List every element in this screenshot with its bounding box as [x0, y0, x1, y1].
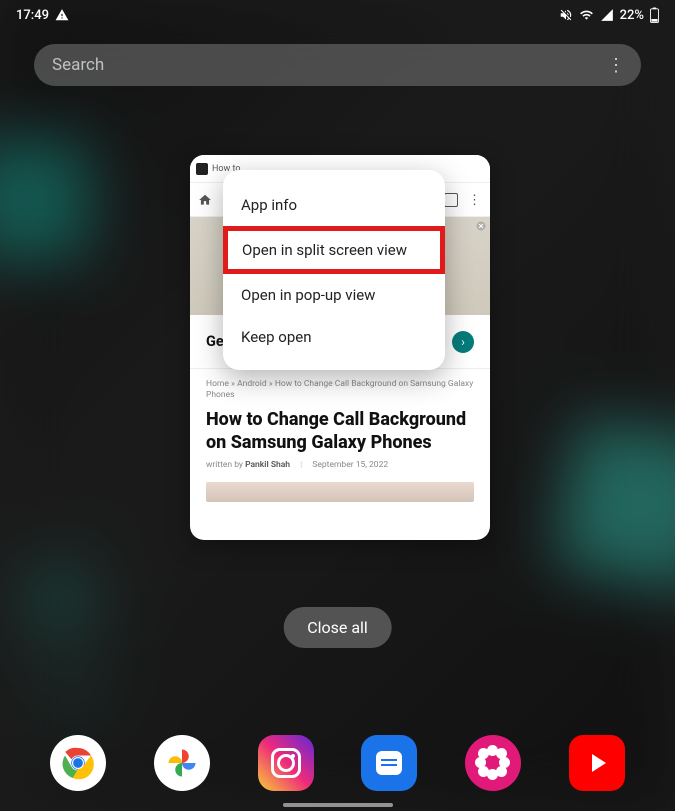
- warning-icon: [55, 8, 69, 22]
- photos-icon[interactable]: [154, 735, 210, 791]
- favicon: [196, 163, 208, 175]
- instagram-icon[interactable]: [258, 735, 314, 791]
- youtube-icon[interactable]: [569, 735, 625, 791]
- battery-icon: [650, 7, 659, 23]
- menu-keep-open[interactable]: Keep open: [223, 316, 445, 358]
- ad-close-icon[interactable]: [476, 221, 486, 231]
- gallery-icon[interactable]: [465, 735, 521, 791]
- signal-icon: [600, 8, 614, 22]
- app-context-menu: App info Open in split screen view Open …: [223, 170, 445, 370]
- battery-percent: 22%: [620, 8, 644, 23]
- gesture-handle[interactable]: [283, 803, 393, 807]
- wifi-icon: [579, 8, 594, 22]
- menu-app-info[interactable]: App info: [223, 184, 445, 226]
- close-all-button[interactable]: Close all: [283, 607, 392, 648]
- breadcrumb: Home » Android » How to Change Call Back…: [190, 369, 490, 407]
- status-bar: 17:49 22%: [0, 0, 675, 30]
- search-placeholder: Search: [52, 55, 104, 75]
- dock: [0, 735, 675, 791]
- tabs-icon[interactable]: [444, 193, 458, 207]
- browser-more-icon[interactable]: ⋮: [468, 193, 482, 207]
- menu-split-screen[interactable]: Open in split screen view: [223, 226, 445, 274]
- chrome-icon[interactable]: [50, 735, 106, 791]
- messages-icon[interactable]: [361, 735, 417, 791]
- menu-popup-view[interactable]: Open in pop-up view: [223, 274, 445, 316]
- ad-arrow-icon[interactable]: ›: [452, 331, 474, 353]
- mute-icon: [559, 8, 573, 22]
- clock: 17:49: [16, 8, 49, 23]
- article-image: [206, 482, 474, 502]
- more-icon[interactable]: ⋮: [607, 55, 625, 76]
- article-title: How to Change Call Background on Samsung…: [190, 407, 490, 460]
- byline: written by Pankil Shah | September 15, 2…: [190, 460, 490, 478]
- home-icon[interactable]: [198, 193, 212, 207]
- search-bar[interactable]: Search ⋮: [34, 44, 641, 86]
